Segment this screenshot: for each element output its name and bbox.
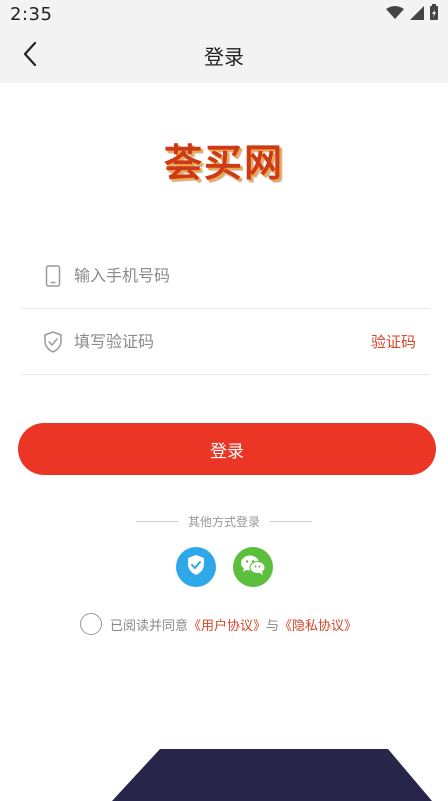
back-button[interactable]: [10, 36, 50, 76]
agreement-prefix: 已阅读并同意: [110, 618, 189, 634]
other-login-divider: 其他方式登录: [0, 512, 448, 530]
social-login-row: [0, 547, 448, 587]
shield-check-icon: [186, 554, 206, 580]
privacy-policy-link[interactable]: 《隐私协议》: [279, 615, 357, 634]
shield-login-button[interactable]: [175, 547, 216, 587]
status-icons: [386, 4, 438, 24]
brand-logo: 荟买网: [163, 141, 284, 185]
app-header: 登录: [0, 28, 448, 83]
code-row: 验证码: [22, 309, 430, 375]
shield-check-icon: [40, 329, 66, 355]
bottom-decoration: [112, 749, 432, 801]
wechat-icon: [240, 554, 266, 580]
user-agreement-link[interactable]: 《用户协议》: [188, 615, 266, 634]
login-button[interactable]: 登录: [18, 423, 436, 475]
phone-row: [22, 243, 430, 309]
battery-icon: [430, 4, 438, 24]
status-time: 2:35: [10, 3, 53, 25]
wifi-icon: [386, 5, 404, 24]
other-login-label: 其他方式登录: [187, 514, 260, 529]
agreement-connector: 与: [266, 618, 280, 634]
get-code-button[interactable]: 验证码: [371, 331, 416, 352]
login-screen: 2:35 登录 荟买网 输入手机号码 填写验证码 验证码 登录 其他方式登录 已…: [0, 0, 448, 801]
divider-line: [135, 520, 178, 522]
agreement-row: 已阅读并同意 《用户协议》 与 《隐私协议》: [80, 611, 357, 637]
signal-icon: [410, 5, 424, 24]
phone-input[interactable]: [74, 266, 430, 285]
phone-icon: [40, 263, 66, 289]
chevron-left-icon: [22, 41, 38, 71]
page-title: 登录: [204, 45, 244, 69]
agree-checkbox[interactable]: [80, 613, 102, 635]
divider-line: [270, 520, 312, 522]
wechat-login-button[interactable]: [232, 547, 273, 587]
status-bar: 2:35: [0, 0, 448, 28]
verification-code-input[interactable]: [74, 332, 371, 351]
